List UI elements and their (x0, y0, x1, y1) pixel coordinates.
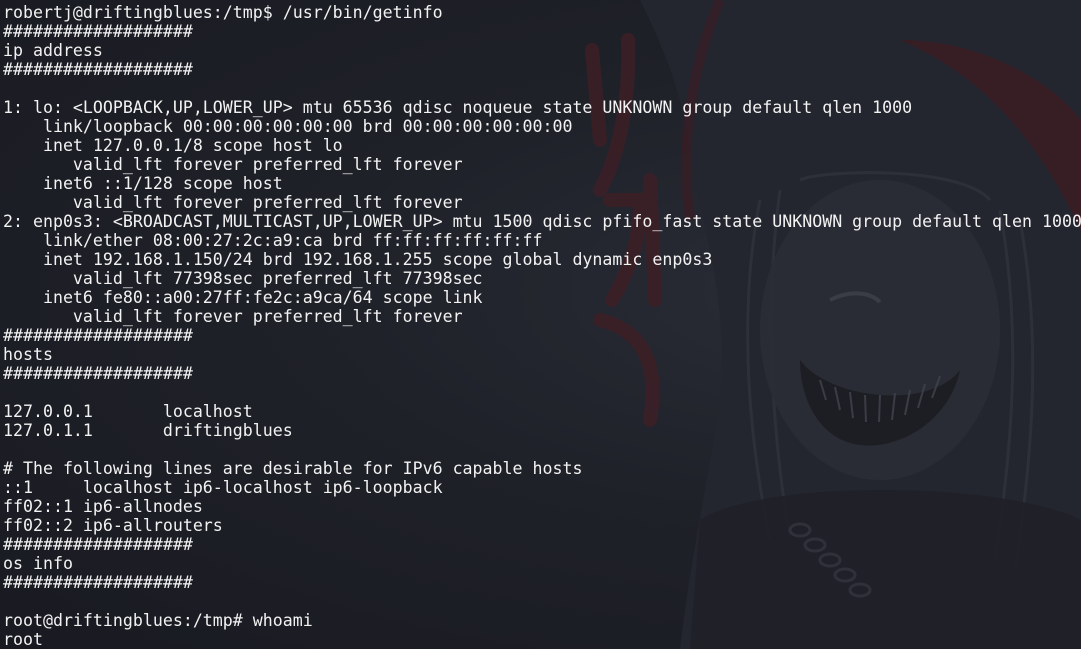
terminal-line: link/loopback 00:00:00:00:00:00 brd 00:0… (3, 117, 573, 136)
terminal-line: root (3, 630, 43, 649)
terminal-line: robertj@driftingblues:/tmp$ /usr/bin/get… (3, 3, 443, 22)
terminal-line: 2: enp0s3: <BROADCAST,MULTICAST,UP,LOWER… (3, 212, 1081, 231)
terminal-line: ################### (3, 326, 193, 345)
terminal-line: inet 192.168.1.150/24 brd 192.168.1.255 … (3, 250, 713, 269)
terminal-line: ################### (3, 60, 193, 79)
terminal-line: 127.0.0.1 localhost (3, 402, 253, 421)
terminal-line: ################### (3, 573, 193, 592)
terminal-line: valid_lft 77398sec preferred_lft 77398se… (3, 269, 483, 288)
terminal-line: 1: lo: <LOOPBACK,UP,LOWER_UP> mtu 65536 … (3, 98, 913, 117)
terminal-line: valid_lft forever preferred_lft forever (3, 155, 463, 174)
terminal-line: ff02::1 ip6-allnodes (3, 497, 203, 516)
terminal-output[interactable]: robertj@driftingblues:/tmp$ /usr/bin/get… (3, 3, 1081, 649)
terminal-line: ff02::2 ip6-allrouters (3, 516, 223, 535)
terminal-line: os info (3, 554, 73, 573)
terminal-line: ################### (3, 364, 193, 383)
terminal-line: 127.0.1.1 driftingblues (3, 421, 293, 440)
terminal-line: inet6 ::1/128 scope host (3, 174, 283, 193)
terminal-line: inet6 fe80::a00:27ff:fe2c:a9ca/64 scope … (3, 288, 483, 307)
terminal-line: ::1 localhost ip6-localhost ip6-loopback (3, 478, 443, 497)
terminal-line: link/ether 08:00:27:2c:a9:ca brd ff:ff:f… (3, 231, 543, 250)
terminal-line: ip address (3, 41, 103, 60)
terminal-line: inet 127.0.0.1/8 scope host lo (3, 136, 343, 155)
terminal-window[interactable]: robertj@driftingblues:/tmp$ /usr/bin/get… (0, 0, 1081, 649)
terminal-line: hosts (3, 345, 53, 364)
terminal-line: valid_lft forever preferred_lft forever (3, 193, 463, 212)
terminal-line: ################### (3, 535, 193, 554)
terminal-line: # The following lines are desirable for … (3, 459, 583, 478)
terminal-line: root@driftingblues:/tmp# whoami (3, 611, 313, 630)
terminal-line: ################### (3, 22, 193, 41)
terminal-line: valid_lft forever preferred_lft forever (3, 307, 463, 326)
